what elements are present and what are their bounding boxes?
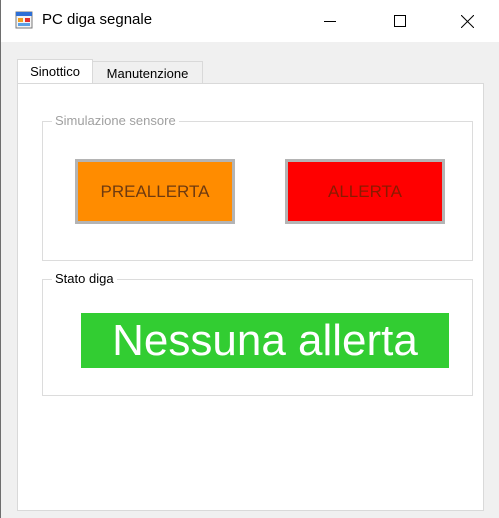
- maximize-icon: [394, 15, 406, 27]
- sensor-simulation-group-title: Simulazione sensore: [52, 113, 179, 129]
- dam-status-group-title: Stato diga: [52, 271, 117, 287]
- dam-status-group: Stato diga Nessuna allerta: [42, 271, 473, 396]
- title-bar[interactable]: PC diga segnale: [1, 0, 499, 42]
- sensor-simulation-group: Simulazione sensore PREALLERTA ALLERTA: [42, 113, 473, 261]
- minimize-icon: [324, 21, 336, 22]
- close-button[interactable]: [444, 0, 490, 42]
- app-window-icon[interactable]: [15, 11, 33, 29]
- dam-status-label: Nessuna allerta: [81, 313, 449, 368]
- app-window: PC diga segnale Sinottico Manutenzione S…: [0, 0, 499, 518]
- prealert-button[interactable]: PREALLERTA: [75, 159, 235, 224]
- close-icon: [460, 14, 474, 28]
- window-title: PC diga segnale: [42, 11, 153, 28]
- tab-sinottico[interactable]: Sinottico: [17, 59, 93, 83]
- maximize-button[interactable]: [377, 0, 423, 42]
- minimize-button[interactable]: [307, 0, 353, 42]
- alert-button[interactable]: ALLERTA: [285, 159, 445, 224]
- tab-manutenzione[interactable]: Manutenzione: [93, 61, 203, 84]
- tab-panel-sinottico: Simulazione sensore PREALLERTA ALLERTA S…: [17, 83, 484, 511]
